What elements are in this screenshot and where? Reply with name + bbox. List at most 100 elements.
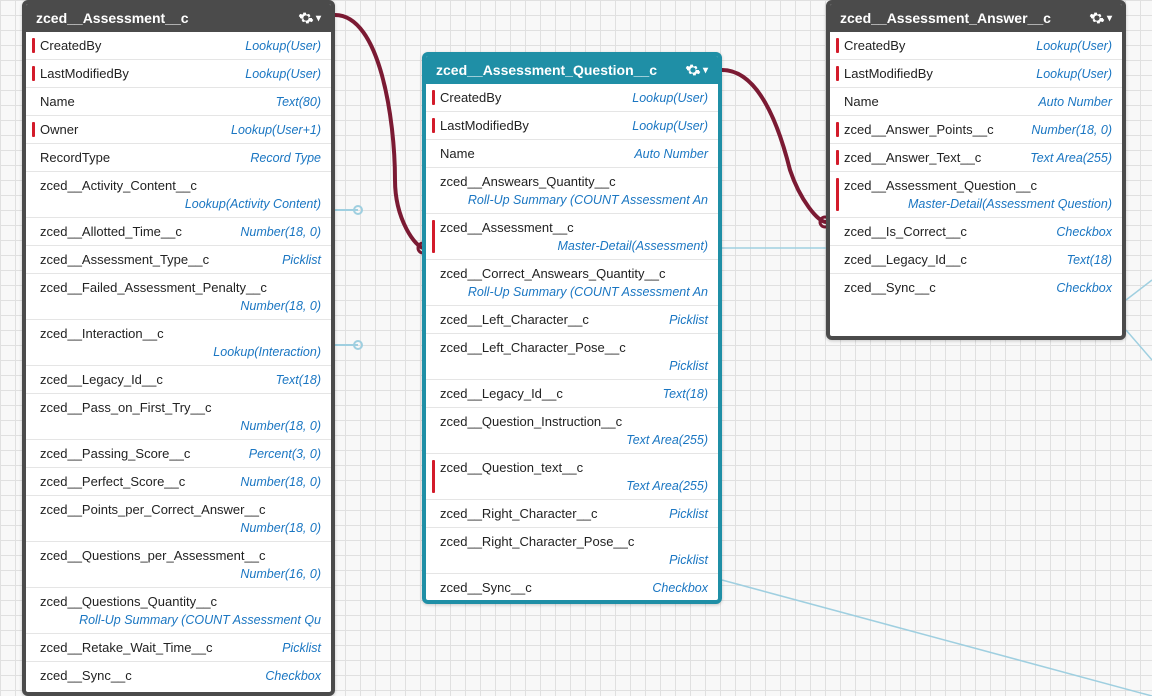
field-name: CreatedBy <box>844 38 905 53</box>
field-type: Percent(3, 0) <box>249 447 321 461</box>
field-type: Picklist <box>669 313 708 327</box>
field-row[interactable]: CreatedByLookup(User) <box>26 32 331 59</box>
field-row[interactable]: zced__Is_Correct__cCheckbox <box>830 217 1122 245</box>
field-row[interactable]: zced__Pass_on_First_Try__cNumber(18, 0) <box>26 393 331 439</box>
entity-settings-button[interactable]: ▾ <box>685 62 708 78</box>
field-row[interactable]: zced__Answer_Points__c Number(18, 0) <box>830 115 1122 143</box>
field-name: zced__Interaction__c <box>40 326 321 341</box>
required-indicator <box>432 460 435 493</box>
field-row[interactable]: zced__Left_Character__cPicklist <box>426 305 718 333</box>
field-row[interactable]: zced__Questions_Quantity__c Roll-Up Summa… <box>26 587 331 633</box>
field-row[interactable]: zced__Perfect_Score__cNumber(18, 0) <box>26 467 331 495</box>
field-row[interactable]: zced__Question_Instruction__cText Area(2… <box>426 407 718 453</box>
field-row[interactable]: zced__Questions_per_Assessment__cNumber(… <box>26 541 331 587</box>
field-type: Checkbox <box>652 581 708 595</box>
field-row[interactable]: zced__Assessment_Question__cMaster-Detai… <box>830 171 1122 217</box>
field-name: zced__Right_Character__c <box>440 506 598 521</box>
field-row[interactable]: zced__Sync__cCheckbox <box>830 273 1122 301</box>
field-row[interactable]: zced__Sync__cCheckbox <box>26 661 331 689</box>
field-name: zced__Questions_Quantity__c <box>40 594 321 609</box>
entity-question[interactable]: zced__Assessment_Question__c ▾ CreatedBy… <box>422 52 722 604</box>
field-name: zced__Left_Character_Pose__c <box>440 340 708 355</box>
field-row[interactable]: RecordTypeRecord Type <box>26 143 331 171</box>
field-name: Name <box>440 146 475 161</box>
field-row[interactable]: LastModifiedByLookup(User) <box>426 111 718 139</box>
field-name: zced__Perfect_Score__c <box>40 474 185 489</box>
field-type: Record Type <box>250 151 321 165</box>
entity-question-header[interactable]: zced__Assessment_Question__c ▾ <box>426 56 718 84</box>
field-row[interactable]: zced__Points_per_Correct_Answer__cNumber… <box>26 495 331 541</box>
entity-answer[interactable]: zced__Assessment_Answer__c ▾ CreatedBy Lo… <box>826 0 1126 340</box>
field-row[interactable]: zced__Left_Character_Pose__c Picklist <box>426 333 718 379</box>
field-type: Lookup(Activity Content) <box>185 197 321 211</box>
field-row[interactable]: zced__Interaction__c Lookup(Interaction) <box>26 319 331 365</box>
field-row[interactable]: zced__Legacy_Id__cText(18) <box>26 365 331 393</box>
required-indicator <box>32 38 35 53</box>
field-type: Lookup(User+1) <box>231 123 321 137</box>
field-row[interactable]: Name Auto Number <box>426 139 718 167</box>
field-type: Number(18, 0) <box>240 521 321 535</box>
entity-answer-header[interactable]: zced__Assessment_Answer__c ▾ <box>830 4 1122 32</box>
field-type: Checkbox <box>1056 281 1112 295</box>
field-row[interactable]: zced__Question_text__cText Area(255) <box>426 453 718 499</box>
field-row[interactable]: zced__Failed_Assessment_Penalty__c Number… <box>26 273 331 319</box>
field-name: zced__Pass_on_First_Try__c <box>40 400 321 415</box>
entity-settings-button[interactable]: ▾ <box>1089 10 1112 26</box>
field-type: Roll-Up Summary (COUNT Assessment Qu <box>79 613 321 627</box>
field-name: zced__Answer_Points__c <box>844 122 994 137</box>
field-type: Text Area(255) <box>626 433 708 447</box>
entity-settings-button[interactable]: ▾ <box>298 10 321 26</box>
field-row[interactable]: zced__Answears_Quantity__cRoll-Up Summar… <box>426 167 718 213</box>
field-row[interactable]: zced__Correct_Answears_Quantity__cRoll-U… <box>426 259 718 305</box>
gear-icon <box>298 10 314 26</box>
field-type: Lookup(User) <box>632 91 708 105</box>
field-type: Number(18, 0) <box>1031 123 1112 137</box>
field-row[interactable]: LastModifiedBy Lookup(User) <box>26 59 331 87</box>
field-name: zced__Sync__c <box>40 668 132 683</box>
field-row[interactable]: zced__Retake_Wait_Time__c Picklist <box>26 633 331 661</box>
field-row[interactable]: zced__Allotted_Time__cNumber(18, 0) <box>26 217 331 245</box>
field-type: Lookup(Interaction) <box>213 345 321 359</box>
field-row[interactable]: LastModifiedByLookup(User) <box>830 59 1122 87</box>
field-name: zced__Answears_Quantity__c <box>440 174 708 189</box>
field-row[interactable]: zced__Assessment_Type__cPicklist <box>26 245 331 273</box>
field-type: Auto Number <box>634 147 708 161</box>
field-name: LastModifiedBy <box>40 66 129 81</box>
field-type: Picklist <box>669 359 708 373</box>
field-type: Auto Number <box>1038 95 1112 109</box>
required-indicator <box>432 220 435 253</box>
field-type: Lookup(User) <box>1036 39 1112 53</box>
field-row[interactable]: zced__Activity_Content__cLookup(Activity… <box>26 171 331 217</box>
field-row[interactable]: zced__Legacy_Id__cText(18) <box>426 379 718 407</box>
entity-answer-fields: CreatedBy Lookup(User) LastModifiedByLooku… <box>830 32 1122 336</box>
field-name: zced__Legacy_Id__c <box>440 386 563 401</box>
required-indicator <box>32 122 35 137</box>
field-type: Picklist <box>282 641 321 655</box>
field-name: zced__Passing_Score__c <box>40 446 190 461</box>
field-type: Picklist <box>669 507 708 521</box>
field-row[interactable]: zced__Assessment__cMaster-Detail(Assessm… <box>426 213 718 259</box>
field-row[interactable]: zced__Right_Character_Pose__cPicklist <box>426 527 718 573</box>
entity-assessment-header[interactable]: zced__Assessment__c ▾ <box>26 4 331 32</box>
entity-assessment[interactable]: zced__Assessment__c ▾ CreatedByLookup(Us… <box>22 0 335 696</box>
field-type: Roll-Up Summary (COUNT Assessment An <box>468 285 708 299</box>
field-row[interactable]: NameAuto Number <box>830 87 1122 115</box>
field-type: Number(16, 0) <box>240 567 321 581</box>
field-type: Lookup(User) <box>245 67 321 81</box>
field-row[interactable]: OwnerLookup(User+1) <box>26 115 331 143</box>
field-row[interactable]: zced__Legacy_Id__cText(18) <box>830 245 1122 273</box>
field-row[interactable]: zced__Sync__cCheckbox <box>426 573 718 600</box>
required-indicator <box>836 122 839 137</box>
required-indicator <box>836 38 839 53</box>
field-name: zced__Retake_Wait_Time__c <box>40 640 212 655</box>
field-row[interactable]: zced__Answer_Text__cText Area(255) <box>830 143 1122 171</box>
field-type: Picklist <box>282 253 321 267</box>
field-row[interactable]: CreatedByLookup(User) <box>426 84 718 111</box>
field-row[interactable]: NameText(80) <box>26 87 331 115</box>
field-row[interactable]: zced__Right_Character__c Picklist <box>426 499 718 527</box>
field-type: Number(18, 0) <box>240 299 321 313</box>
field-name: zced__Failed_Assessment_Penalty__c <box>40 280 321 295</box>
field-row[interactable]: CreatedBy Lookup(User) <box>830 32 1122 59</box>
field-row[interactable]: zced__Passing_Score__c Percent(3, 0) <box>26 439 331 467</box>
field-name: zced__Legacy_Id__c <box>40 372 163 387</box>
